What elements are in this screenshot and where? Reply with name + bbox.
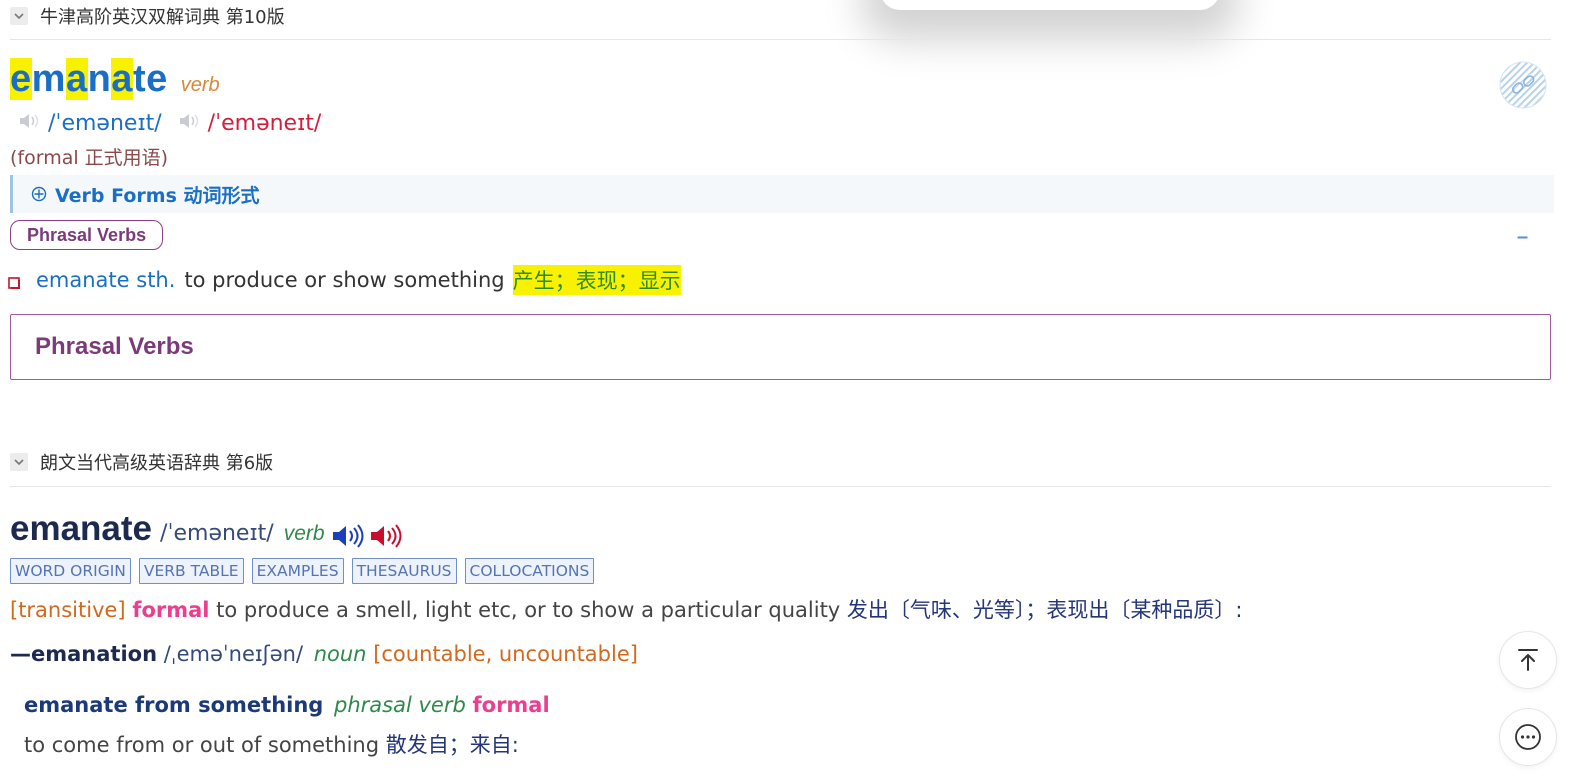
link-badge-icon[interactable]	[1499, 61, 1547, 109]
arrow-up-to-top-icon	[1515, 647, 1541, 673]
divider	[10, 486, 1551, 487]
examples-tab[interactable]: EXAMPLES	[251, 558, 344, 584]
speaker-icon[interactable]	[178, 111, 202, 136]
chevron-down-icon[interactable]	[10, 7, 28, 25]
derived-word: —emanation	[10, 642, 158, 666]
register-label: formal	[132, 598, 210, 622]
collapse-button[interactable]: –	[1517, 226, 1528, 249]
highlight-letter: a	[65, 58, 88, 100]
sense-pattern: emanate sth.	[36, 268, 176, 292]
phrasal-definition-row: to come from or out of something 散发自；来自:	[24, 729, 519, 759]
part-of-speech: verb	[180, 74, 220, 96]
highlight-letter: e	[10, 58, 32, 100]
headword: emanate	[10, 509, 153, 548]
headword: emanate	[10, 58, 168, 100]
register-label: (formal 正式用语)	[10, 147, 169, 169]
phrasal-verbs-title: Phrasal Verbs	[35, 333, 194, 360]
speaker-us-icon[interactable]	[369, 523, 403, 549]
longman-definition: [transitive] formal to produce a smell, …	[10, 594, 1243, 624]
phrasal-verb-entry: emanate from something phrasal verb form…	[24, 693, 550, 717]
pronunciation-row: /ˈeməneɪt/ /ˈeməneɪt/	[18, 108, 321, 138]
derived-pos: noun	[313, 642, 367, 666]
sense-definition: to produce or show something	[184, 268, 505, 292]
chevron-down-icon[interactable]	[10, 453, 28, 471]
phrasal-definition: to come from or out of something	[24, 733, 380, 757]
more-dots-icon	[1513, 722, 1543, 752]
phrasal-translation: 散发自；来自:	[385, 733, 519, 757]
phrasal-verbs-section[interactable]: Phrasal Verbs	[10, 314, 1551, 380]
word-origin-tab[interactable]: WORD ORIGIN	[10, 558, 131, 584]
thesaurus-tab[interactable]: THESAURUS	[351, 558, 457, 584]
part-of-speech: verb	[283, 522, 325, 545]
phrasal-type: phrasal verb	[334, 693, 466, 717]
definition-text: to produce a smell, light etc, or to sho…	[216, 598, 841, 622]
definition-translation: 发出〔气味、光等〕；表现出〔某种品质〕:	[846, 598, 1243, 622]
more-button[interactable]	[1499, 708, 1557, 766]
phrasal-phrase: emanate from something	[24, 693, 324, 717]
oxford-dict-header[interactable]: 牛津高阶英汉双解词典 第10版	[10, 4, 285, 28]
phrasal-register: formal	[472, 693, 550, 717]
longman-headword-row: emanate /ˈeməneɪt/ verb	[10, 509, 403, 555]
phonetic: /ˈeməneɪt/	[160, 521, 274, 546]
phonetic-br: /ˈeməneɪt/	[48, 110, 162, 136]
popup-shadow	[880, 0, 1220, 10]
speaker-icon[interactable]	[18, 111, 42, 136]
dict-title: 朗文当代高级英语辞典 第6版	[40, 453, 274, 474]
checkbox-icon[interactable]	[8, 277, 20, 289]
derived-phonetic: /ˌeməˈneɪʃən/	[163, 642, 304, 666]
divider	[10, 39, 1551, 40]
verb-forms-toggle[interactable]: Verb Forms 动词形式	[10, 175, 1554, 213]
sense-row: emanate sth. to produce or show somethin…	[8, 265, 681, 295]
verb-forms-label: Verb Forms 动词形式	[55, 184, 260, 207]
circle-plus-icon	[31, 186, 47, 202]
speaker-br-icon[interactable]	[331, 523, 365, 549]
verb-table-tab[interactable]: VERB TABLE	[138, 558, 244, 584]
sense-translation: 产生；表现；显示	[512, 265, 681, 295]
back-to-top-button[interactable]	[1499, 631, 1557, 689]
longman-dict-header[interactable]: 朗文当代高级英语辞典 第6版	[10, 450, 273, 474]
highlight-letter: a	[111, 58, 133, 100]
derived-form-row: —emanation /ˌeməˈneɪʃən/ noun [countable…	[10, 642, 638, 666]
phonetic-us: /ˈeməneɪt/	[207, 110, 322, 136]
longman-tag-row: WORD ORIGIN VERB TABLE EXAMPLES THESAURUS CO…	[10, 558, 602, 584]
phrasal-verbs-pill[interactable]: Phrasal Verbs	[10, 220, 164, 250]
dict-title: 牛津高阶英汉双解词典 第10版	[40, 7, 285, 28]
grammar-label: [transitive]	[10, 598, 126, 622]
derived-grammar: [countable, uncountable]	[373, 642, 638, 666]
collocations-tab[interactable]: COLLOCATIONS	[464, 558, 595, 584]
oxford-headword-row: emanate verb	[10, 58, 220, 104]
